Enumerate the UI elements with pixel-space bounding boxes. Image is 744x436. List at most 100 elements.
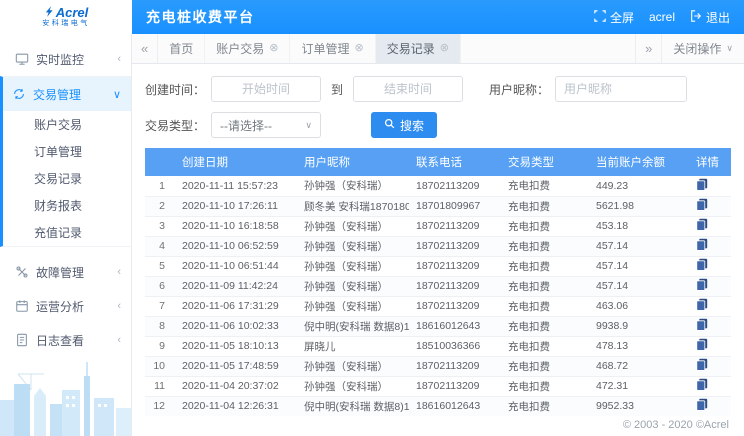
cell-balance: 9938.9 xyxy=(589,316,689,336)
tab-home[interactable]: 首页 xyxy=(158,34,205,63)
cell-phone: 18702113209 xyxy=(409,256,501,276)
sidebar-item-account-transaction[interactable]: 账户交易 xyxy=(3,111,131,138)
cell-nickname: 顾冬美 安科瑞1870180 xyxy=(297,196,409,216)
cell-balance: 9952.33 xyxy=(589,396,689,416)
cell-phone: 18702113209 xyxy=(409,216,501,236)
cell-balance: 457.14 xyxy=(589,276,689,296)
cell-create-date: 2020-11-10 06:52:59 xyxy=(175,236,297,256)
tabs-scroll-right-icon[interactable]: » xyxy=(635,34,661,63)
table-row: 12020-11-11 15:57:23孙钟强（安科瑞）18702113209充… xyxy=(145,176,731,196)
chevron-down-icon: ∨ xyxy=(113,88,121,101)
cell-balance: 472.31 xyxy=(589,376,689,396)
cell-balance: 457.14 xyxy=(589,256,689,276)
cell-phone: 18702113209 xyxy=(409,236,501,256)
copyright-text: © 2003 - 2020 ©Acrel xyxy=(145,416,731,434)
sidebar-item-label: 实时监控 xyxy=(36,51,110,68)
tabs-scroll-left-icon[interactable]: « xyxy=(132,34,158,63)
logout-button[interactable]: 退出 xyxy=(690,9,730,26)
table-row: 62020-11-09 11:42:24孙钟强（安科瑞）18702113209充… xyxy=(145,276,731,296)
close-icon[interactable]: ⊗ xyxy=(440,43,449,54)
sidebar-submenu-transaction-mgmt: 账户交易订单管理交易记录财务报表充值记录 xyxy=(3,111,131,246)
sidebar-group-fault-mgmt: 故障管理‹ xyxy=(0,255,131,289)
logo-subtitle: 安科瑞电气 xyxy=(42,19,90,28)
records-table: 创建日期用户昵称联系电话交易类型当前账户余额详情 12020-11-11 15:… xyxy=(145,148,731,416)
cell-phone: 18702113209 xyxy=(409,296,501,316)
row-index: 6 xyxy=(145,276,175,296)
start-time-input[interactable] xyxy=(211,76,321,102)
monitor-icon xyxy=(15,52,29,66)
cell-transaction-type: 充电扣费 xyxy=(501,316,589,336)
cell-transaction-type: 充电扣费 xyxy=(501,376,589,396)
row-index: 12 xyxy=(145,396,175,416)
row-index: 11 xyxy=(145,376,175,396)
cell-balance: 457.14 xyxy=(589,236,689,256)
row-index: 1 xyxy=(145,176,175,196)
sidebar-item-recharge-records[interactable]: 充值记录 xyxy=(3,219,131,246)
row-index: 9 xyxy=(145,336,175,356)
close-operations-dropdown[interactable]: 关闭操作 ∨ xyxy=(661,34,744,63)
calendar-icon xyxy=(15,299,29,313)
detail-copy-icon[interactable] xyxy=(696,218,708,231)
search-button[interactable]: 搜索 xyxy=(371,112,437,138)
detail-copy-icon[interactable] xyxy=(696,338,708,351)
cell-create-date: 2020-11-06 17:31:29 xyxy=(175,296,297,316)
cell-balance: 468.72 xyxy=(589,356,689,376)
table-row: 42020-11-10 06:52:59孙钟强（安科瑞）18702113209充… xyxy=(145,236,731,256)
table-row: 82020-11-06 10:02:33倪中明(安科瑞 数据8)11861601… xyxy=(145,316,731,336)
cell-create-date: 2020-11-05 18:10:13 xyxy=(175,336,297,356)
detail-copy-icon[interactable] xyxy=(696,378,708,391)
tab-label: 订单管理 xyxy=(301,40,349,57)
filter-row-2: 交易类型： --请选择-- ∨ 搜索 xyxy=(145,112,731,138)
cell-create-date: 2020-11-09 11:42:24 xyxy=(175,276,297,296)
sidebar-item-operation-analysis[interactable]: 运营分析‹ xyxy=(3,289,131,323)
sidebar-item-transaction-records[interactable]: 交易记录 xyxy=(3,165,131,192)
cell-balance: 5621.98 xyxy=(589,196,689,216)
log-icon xyxy=(15,333,29,347)
detail-copy-icon[interactable] xyxy=(696,198,708,211)
detail-copy-icon[interactable] xyxy=(696,238,708,251)
sidebar: 实时监控‹交易管理∨账户交易订单管理交易记录财务报表充值记录故障管理‹运营分析‹… xyxy=(0,34,132,436)
detail-copy-icon[interactable] xyxy=(696,178,708,191)
cell-phone: 18702113209 xyxy=(409,376,501,396)
detail-copy-icon[interactable] xyxy=(696,278,708,291)
nickname-input[interactable] xyxy=(555,76,687,102)
fullscreen-button[interactable]: 全屏 xyxy=(594,9,634,26)
cell-nickname: 孙钟强（安科瑞） xyxy=(297,296,409,316)
cell-phone: 18616012643 xyxy=(409,316,501,336)
sidebar-item-label: 日志查看 xyxy=(36,332,110,349)
table-row: 72020-11-06 17:31:29孙钟强（安科瑞）18702113209充… xyxy=(145,296,731,316)
tab-transaction-records[interactable]: 交易记录 ⊗ xyxy=(376,34,461,63)
cell-phone: 18702113209 xyxy=(409,356,501,376)
sidebar-item-financial-report[interactable]: 财务报表 xyxy=(3,192,131,219)
user-menu[interactable]: acrel xyxy=(649,10,675,24)
detail-copy-icon[interactable] xyxy=(696,398,708,411)
cell-transaction-type: 充电扣费 xyxy=(501,336,589,356)
detail-copy-icon[interactable] xyxy=(696,258,708,271)
cell-transaction-type: 充电扣费 xyxy=(501,296,589,316)
detail-copy-icon[interactable] xyxy=(696,358,708,371)
detail-copy-icon[interactable] xyxy=(696,298,708,311)
transaction-type-select[interactable]: --请选择-- ∨ xyxy=(211,112,321,138)
end-time-input[interactable] xyxy=(353,76,463,102)
cell-balance: 463.06 xyxy=(589,296,689,316)
close-icon[interactable]: ⊗ xyxy=(355,43,364,54)
chevron-left-icon: ‹ xyxy=(117,266,121,278)
sidebar-item-fault-mgmt[interactable]: 故障管理‹ xyxy=(3,255,131,289)
lightning-logo-icon xyxy=(44,6,53,19)
chevron-left-icon: ‹ xyxy=(117,334,121,346)
cell-phone: 18616012643 xyxy=(409,396,501,416)
fullscreen-icon xyxy=(594,10,606,25)
cell-phone: 18701809967 xyxy=(409,196,501,216)
sidebar-item-realtime-monitor[interactable]: 实时监控‹ xyxy=(3,42,131,76)
tab-order-mgmt[interactable]: 订单管理 ⊗ xyxy=(290,34,375,63)
tab-label: 交易记录 xyxy=(387,40,435,57)
sidebar-item-order-mgmt[interactable]: 订单管理 xyxy=(3,138,131,165)
close-icon[interactable]: ⊗ xyxy=(269,43,278,54)
cell-nickname: 孙钟强（安科瑞） xyxy=(297,256,409,276)
tab-account-transaction[interactable]: 账户交易⊗ xyxy=(205,34,290,63)
page-title: 充电桩收费平台 xyxy=(146,7,255,27)
transaction-type-label: 交易类型： xyxy=(145,117,205,134)
sidebar-item-transaction-mgmt[interactable]: 交易管理∨ xyxy=(3,77,131,111)
row-index: 2 xyxy=(145,196,175,216)
detail-copy-icon[interactable] xyxy=(696,318,708,331)
